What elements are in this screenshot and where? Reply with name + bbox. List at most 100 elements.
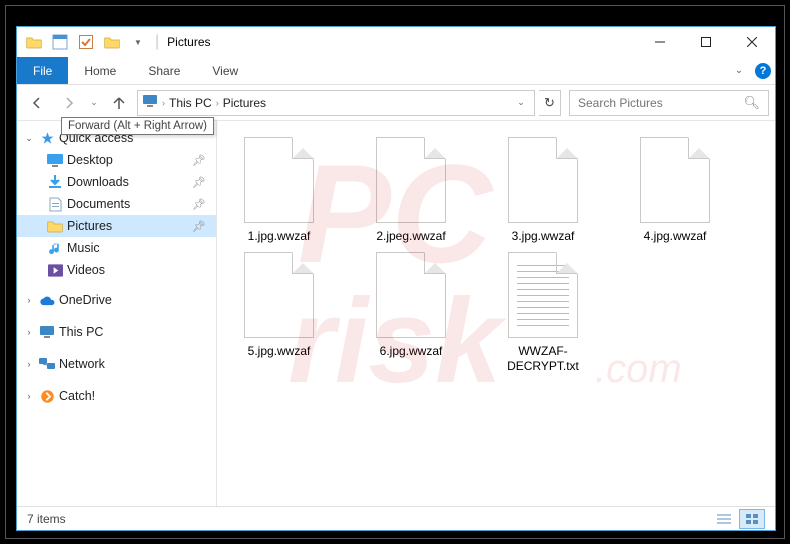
navigation-pane: ⌄ Quick access Desktop📌︎Downloads📌︎Docum… [17, 121, 217, 506]
address-history-button[interactable]: ⌄ [512, 97, 530, 108]
chevron-right-icon[interactable]: › [23, 327, 35, 337]
star-icon [39, 130, 55, 146]
chevron-right-icon[interactable]: › [23, 359, 35, 369]
address-bar[interactable]: › This PC › Pictures ⌄ [137, 90, 535, 116]
tooltip: Forward (Alt + Right Arrow) [61, 117, 214, 135]
catch-icon [39, 388, 55, 404]
sidebar-item-label: Pictures [67, 219, 112, 233]
file-item[interactable]: 3.jpg.wwzaf [489, 137, 597, 244]
item-count: 7 items [27, 512, 66, 526]
file-icon [244, 137, 314, 223]
tab-share[interactable]: Share [132, 57, 196, 84]
refresh-button[interactable]: ↻ [539, 90, 561, 116]
close-button[interactable] [729, 27, 775, 57]
navigation-bar: ⌄ › This PC › Pictures ⌄ ↻ 🔍︎ Forward (A… [17, 85, 775, 121]
file-name: 5.jpg.wwzaf [248, 344, 311, 359]
help-icon: ? [755, 63, 771, 79]
pin-icon: 📌︎ [192, 220, 206, 233]
tab-home[interactable]: Home [68, 57, 132, 84]
sidebar-item-network[interactable]: › Network [17, 353, 216, 375]
qat-checkbox-icon[interactable] [75, 31, 97, 53]
qat-dropdown-icon[interactable]: ▼ [127, 31, 149, 53]
folder-icon [47, 152, 63, 168]
file-icon [376, 137, 446, 223]
network-icon [39, 356, 55, 372]
search-input[interactable] [578, 96, 743, 110]
breadcrumb-item[interactable]: This PC [169, 96, 212, 110]
sidebar-item-catch[interactable]: › Catch! [17, 385, 216, 407]
file-icon [508, 252, 578, 338]
sidebar-label: Network [59, 357, 105, 371]
qat-newfolder-button[interactable] [101, 31, 123, 53]
file-name: 3.jpg.wwzaf [512, 229, 575, 244]
sidebar-item-label: Videos [67, 263, 105, 277]
file-name: 1.jpg.wwzaf [248, 229, 311, 244]
cloud-icon [39, 292, 55, 308]
file-icon [244, 252, 314, 338]
tab-view[interactable]: View [196, 57, 254, 84]
chevron-right-icon[interactable]: › [23, 295, 35, 305]
sidebar-label: OneDrive [59, 293, 112, 307]
ribbon: File Home Share View ⌄ ? [17, 57, 775, 85]
status-bar: 7 items [17, 506, 775, 530]
file-item[interactable]: 1.jpg.wwzaf [225, 137, 333, 244]
folder-icon [23, 31, 45, 53]
minimize-button[interactable] [637, 27, 683, 57]
search-icon: 🔍︎ [743, 95, 760, 111]
file-name: WWZAF-DECRYPT.txt [493, 344, 593, 374]
sidebar-item-this-pc[interactable]: › This PC [17, 321, 216, 343]
pin-icon: 📌︎ [192, 198, 206, 211]
ribbon-expand-button[interactable]: ⌄ [727, 57, 751, 84]
sidebar-item-videos[interactable]: Videos [17, 259, 216, 281]
sidebar-item-onedrive[interactable]: › OneDrive [17, 289, 216, 311]
sidebar-item-documents[interactable]: Documents 📌︎ [17, 193, 216, 215]
sidebar-item-label: Desktop [67, 153, 113, 167]
file-item[interactable]: 5.jpg.wwzaf [225, 252, 333, 374]
sidebar-label: Catch! [59, 389, 95, 403]
icons-view-button[interactable] [739, 509, 765, 529]
window-title: Pictures [159, 35, 637, 49]
folder-icon [47, 218, 63, 234]
chevron-down-icon[interactable]: ⌄ [23, 133, 35, 144]
sidebar-item-downloads[interactable]: Downloads📌︎ [17, 171, 216, 193]
file-explorer-window: ▼ | Pictures File Home Share View ⌄ ? [16, 26, 776, 531]
sidebar-item-label: Music [67, 241, 100, 255]
file-item[interactable]: 6.jpg.wwzaf [357, 252, 465, 374]
file-name: 2.jpeg.wwzaf [376, 229, 445, 244]
file-icon [376, 252, 446, 338]
pin-icon: 📌︎ [192, 154, 206, 167]
file-grid[interactable]: 1.jpg.wwzaf 2.jpeg.wwzaf 3.jpg.wwzaf 4.jpg.… [217, 121, 775, 506]
titlebar: ▼ | Pictures [17, 27, 775, 57]
folder-icon [47, 196, 63, 212]
forward-button[interactable] [55, 90, 83, 116]
sidebar-item-music[interactable]: Music [17, 237, 216, 259]
help-button[interactable]: ? [751, 57, 775, 84]
recent-locations-button[interactable]: ⌄ [87, 90, 101, 116]
chevron-right-icon: › [216, 98, 219, 108]
pc-icon [142, 94, 158, 111]
breadcrumb-item[interactable]: Pictures [223, 96, 266, 110]
sidebar-item-label: Downloads [67, 175, 129, 189]
chevron-right-icon[interactable]: › [23, 391, 35, 401]
file-item[interactable]: 2.jpeg.wwzaf [357, 137, 465, 244]
search-box[interactable]: 🔍︎ [569, 90, 769, 116]
file-item[interactable]: WWZAF-DECRYPT.txt [489, 252, 597, 374]
folder-icon [47, 240, 63, 256]
file-item[interactable]: 4.jpg.wwzaf [621, 137, 729, 244]
file-icon [508, 137, 578, 223]
sidebar-item-desktop[interactable]: Desktop 📌︎ [17, 149, 216, 171]
qat-properties-button[interactable] [49, 31, 71, 53]
up-button[interactable] [105, 90, 133, 116]
sidebar-item-pictures[interactable]: Pictures 📌︎ [17, 215, 216, 237]
file-icon [640, 137, 710, 223]
sidebar-item-label: Documents [67, 197, 130, 211]
maximize-button[interactable] [683, 27, 729, 57]
chevron-right-icon: › [162, 98, 165, 108]
details-view-button[interactable] [711, 509, 737, 529]
file-name: 6.jpg.wwzaf [380, 344, 443, 359]
file-name: 4.jpg.wwzaf [644, 229, 707, 244]
back-button[interactable] [23, 90, 51, 116]
sidebar-label: This PC [59, 325, 103, 339]
pc-icon [39, 324, 55, 340]
tab-file[interactable]: File [17, 57, 68, 84]
